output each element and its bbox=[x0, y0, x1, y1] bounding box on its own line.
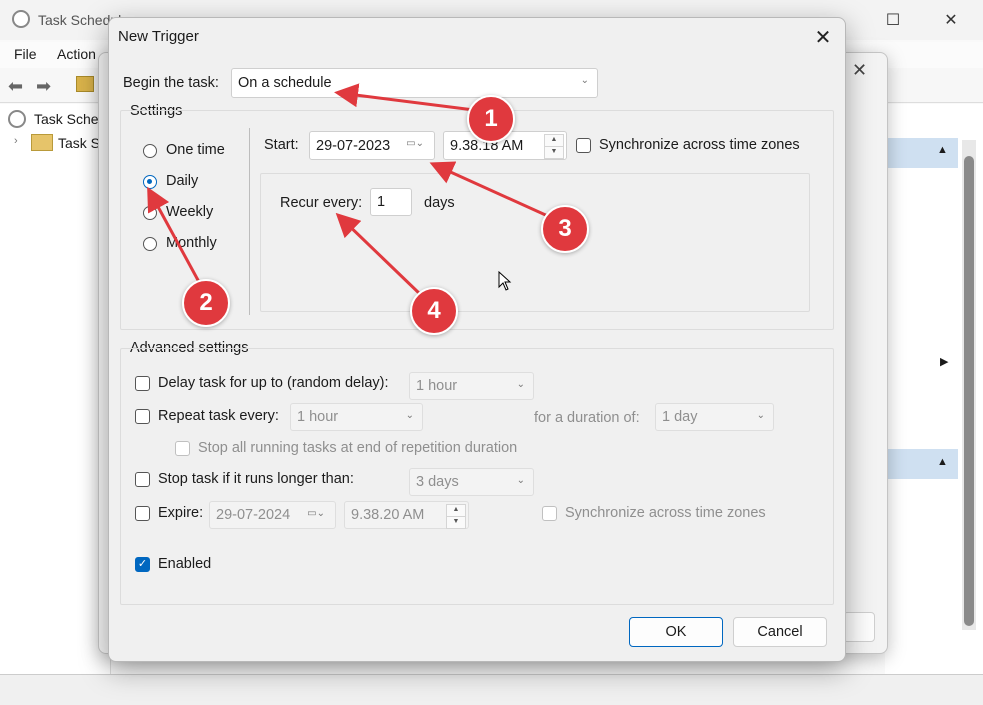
arrow-4 bbox=[335, 212, 423, 297]
annotation-marker-4: 4 bbox=[410, 287, 458, 335]
annotation-marker-3: 3 bbox=[541, 205, 589, 253]
arrow-1 bbox=[334, 83, 475, 112]
arrow-2 bbox=[147, 186, 201, 283]
annotation-marker-1: 1 bbox=[467, 95, 515, 143]
arrow-3 bbox=[429, 161, 551, 219]
annotation-marker-2: 2 bbox=[182, 279, 230, 327]
